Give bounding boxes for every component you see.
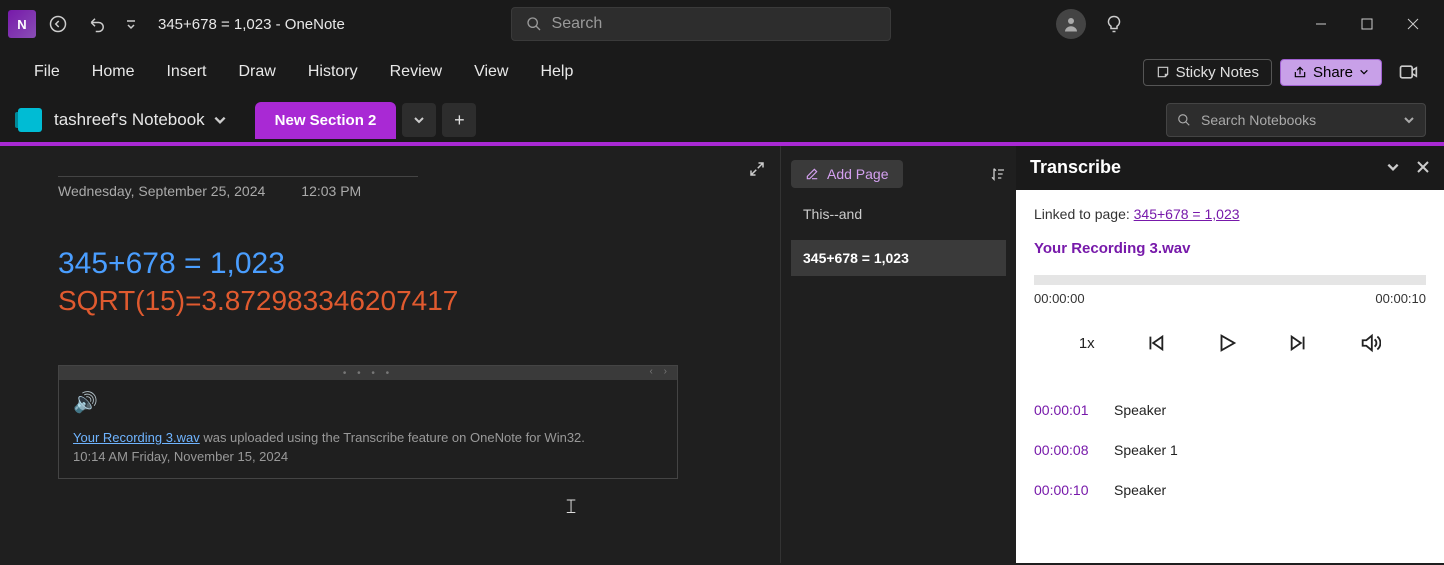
share-button[interactable]: Share [1280,59,1382,86]
volume-button[interactable] [1359,332,1381,354]
skip-back-button[interactable] [1144,332,1166,354]
menu-insert[interactable]: Insert [150,57,222,87]
notebook-icon [18,108,42,132]
sticky-notes-button[interactable]: Sticky Notes [1143,59,1272,86]
note-canvas[interactable]: Wednesday, September 25, 2024 12:03 PM 3… [0,144,780,563]
note-line-math2[interactable]: SQRT(15)=3.872983346207417 [58,285,762,317]
menu-file[interactable]: File [18,57,76,87]
search-placeholder: Search [552,15,603,33]
document-title: 345+678 = 1,023 - OneNote [158,16,345,33]
notebook-name: tashreef's Notebook [54,110,205,130]
recording-timestamp: 10:14 AM Friday, November 15, 2024 [73,449,663,464]
note-line-math1[interactable]: 345+678 = 1,023 [58,247,762,281]
transcript-row[interactable]: 00:00:08 Speaker 1 [1034,430,1426,470]
menu-view[interactable]: View [458,57,524,87]
close-pane-button[interactable] [1416,160,1430,174]
linked-page-row: Linked to page: 345+678 = 1,023 [1034,206,1426,222]
meeting-button[interactable] [1390,54,1426,90]
expand-fullscreen-button[interactable] [748,160,766,178]
speaker-icon: 🔊 [73,390,663,415]
menu-draw[interactable]: Draw [222,57,291,87]
recording-upload-text: was uploaded using the Transcribe featur… [200,430,585,445]
menu-history[interactable]: History [292,57,374,87]
add-page-button[interactable]: Add Page [791,160,903,188]
search-input[interactable]: Search [511,7,891,41]
section-tabs-dropdown[interactable] [402,103,436,137]
close-button[interactable] [1390,0,1436,48]
transcript-speaker: Speaker [1114,402,1166,418]
page-item[interactable]: 345+678 = 1,023 [791,240,1006,276]
share-icon [1293,65,1307,79]
audio-attachment-block[interactable]: • • • • 🔊 Your Recording 3.wav was uploa… [58,365,678,479]
section-tab[interactable]: New Section 2 [255,102,397,139]
menu-home[interactable]: Home [76,57,151,87]
account-avatar[interactable] [1056,9,1086,39]
transcript-row[interactable]: 00:00:10 Speaker [1034,470,1426,510]
chevron-down-icon [1359,67,1369,77]
block-drag-handle[interactable]: • • • • [59,366,677,380]
undo-button[interactable] [80,6,116,42]
customize-qat-chevron[interactable] [120,6,142,42]
transcript-timestamp: 00:00:08 [1034,442,1096,458]
sort-pages-button[interactable] [990,166,1006,182]
menu-help[interactable]: Help [524,57,589,87]
add-section-button[interactable]: + [442,103,476,137]
search-icon [526,16,542,32]
page-item[interactable]: This--and [791,196,1006,232]
minimize-button[interactable] [1298,0,1344,48]
back-button[interactable] [40,6,76,42]
transcript-speaker: Speaker 1 [1114,442,1178,458]
note-time: 12:03 PM [301,183,361,199]
menu-review[interactable]: Review [374,57,458,87]
transcript-row[interactable]: 00:00:01 Speaker [1034,390,1426,430]
lightbulb-tips-button[interactable] [1096,6,1132,42]
add-page-label: Add Page [827,166,889,182]
notebook-selector[interactable]: tashreef's Notebook [54,110,227,130]
chevron-down-icon [213,113,227,127]
play-button[interactable] [1216,332,1238,354]
transcribe-pane-title: Transcribe [1030,157,1121,178]
search-icon [1177,113,1191,127]
notebook-search-input[interactable]: Search Notebooks [1166,103,1426,137]
recording-link[interactable]: Your Recording 3.wav [73,430,200,445]
time-elapsed: 00:00:00 [1034,291,1085,306]
transcript-speaker: Speaker [1114,482,1166,498]
maximize-button[interactable] [1344,0,1390,48]
linked-prefix: Linked to page: [1034,206,1134,222]
note-date: Wednesday, September 25, 2024 [58,183,265,199]
time-total: 00:00:10 [1375,291,1426,306]
transcript-timestamp: 00:00:10 [1034,482,1096,498]
sticky-note-icon [1156,65,1170,79]
notebook-search-placeholder: Search Notebooks [1201,112,1393,128]
playback-speed-button[interactable]: 1x [1079,335,1095,352]
share-label: Share [1313,64,1353,81]
transcript-timestamp: 00:00:01 [1034,402,1096,418]
edit-icon [805,167,819,181]
chevron-down-icon [1403,114,1415,126]
transcribe-recording-name: Your Recording 3.wav [1034,240,1426,257]
sticky-notes-label: Sticky Notes [1176,64,1259,81]
linked-page-link[interactable]: 345+678 = 1,023 [1134,206,1240,222]
skip-forward-button[interactable] [1288,332,1310,354]
app-icon: N [8,10,36,38]
collapse-pane-button[interactable] [1386,160,1400,174]
audio-progress-bar[interactable] [1034,275,1426,285]
